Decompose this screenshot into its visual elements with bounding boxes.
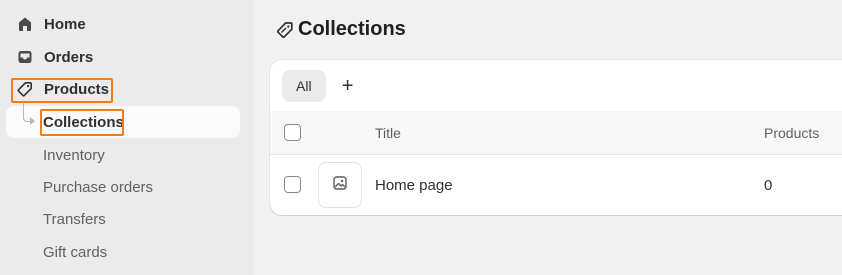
sidebar-item-label: Orders [44, 48, 94, 66]
page-title-text: Collections [298, 18, 406, 40]
column-header-products[interactable]: Products [764, 111, 819, 154]
sidebar-item-products[interactable]: Products [10, 74, 109, 104]
sidebar-item-home[interactable]: Home [10, 9, 86, 39]
table-header: Title Products [270, 111, 842, 154]
sidebar-item-label: Home [44, 15, 86, 33]
tree-arrow-icon [30, 117, 35, 125]
sidebar-subitem-label: Inventory [43, 146, 105, 164]
tab-label: All [296, 78, 312, 94]
row-products-count: 0 [764, 176, 773, 194]
sidebar-subitem-label: Purchase orders [43, 178, 154, 196]
row-title[interactable]: Home page [375, 155, 453, 215]
home-icon [16, 15, 34, 33]
main-content: Collections All + Title Products Home pa… [254, 0, 842, 275]
sidebar-subitem-transfers[interactable]: Transfers [43, 205, 106, 233]
table-row[interactable]: Home page 0 [270, 155, 842, 215]
sidebar-subitem-collections[interactable]: Collections [43, 108, 124, 136]
sidebar-item-label: Products [44, 80, 110, 98]
select-all-checkbox[interactable] [284, 124, 301, 141]
view-tabs: All + [282, 70, 360, 102]
tab-all[interactable]: All [282, 70, 326, 102]
sidebar-subitem-inventory[interactable]: Inventory [43, 141, 105, 169]
collection-tag-icon [276, 21, 294, 39]
sidebar-subitem-label: Transfers [43, 210, 106, 228]
row-checkbox[interactable] [284, 176, 301, 193]
image-icon [332, 175, 348, 196]
sidebar-subitem-purchase-orders[interactable]: Purchase orders [43, 173, 153, 201]
collection-thumbnail [318, 162, 362, 208]
sidebar-subitem-label: Collections [43, 113, 124, 131]
add-view-button[interactable]: + [336, 74, 360, 98]
sidebar-subitem-gift-cards[interactable]: Gift cards [43, 238, 107, 266]
page-title: Collections [276, 18, 406, 41]
sidebar: Home Orders Products Collections Invento… [0, 0, 254, 275]
sidebar-item-orders[interactable]: Orders [10, 42, 93, 72]
column-header-title[interactable]: Title [375, 111, 401, 154]
sidebar-subitem-label: Gift cards [43, 243, 108, 261]
tag-icon [16, 80, 34, 98]
collections-card: All + Title Products Home page 0 [270, 60, 842, 215]
inbox-icon [16, 48, 34, 66]
